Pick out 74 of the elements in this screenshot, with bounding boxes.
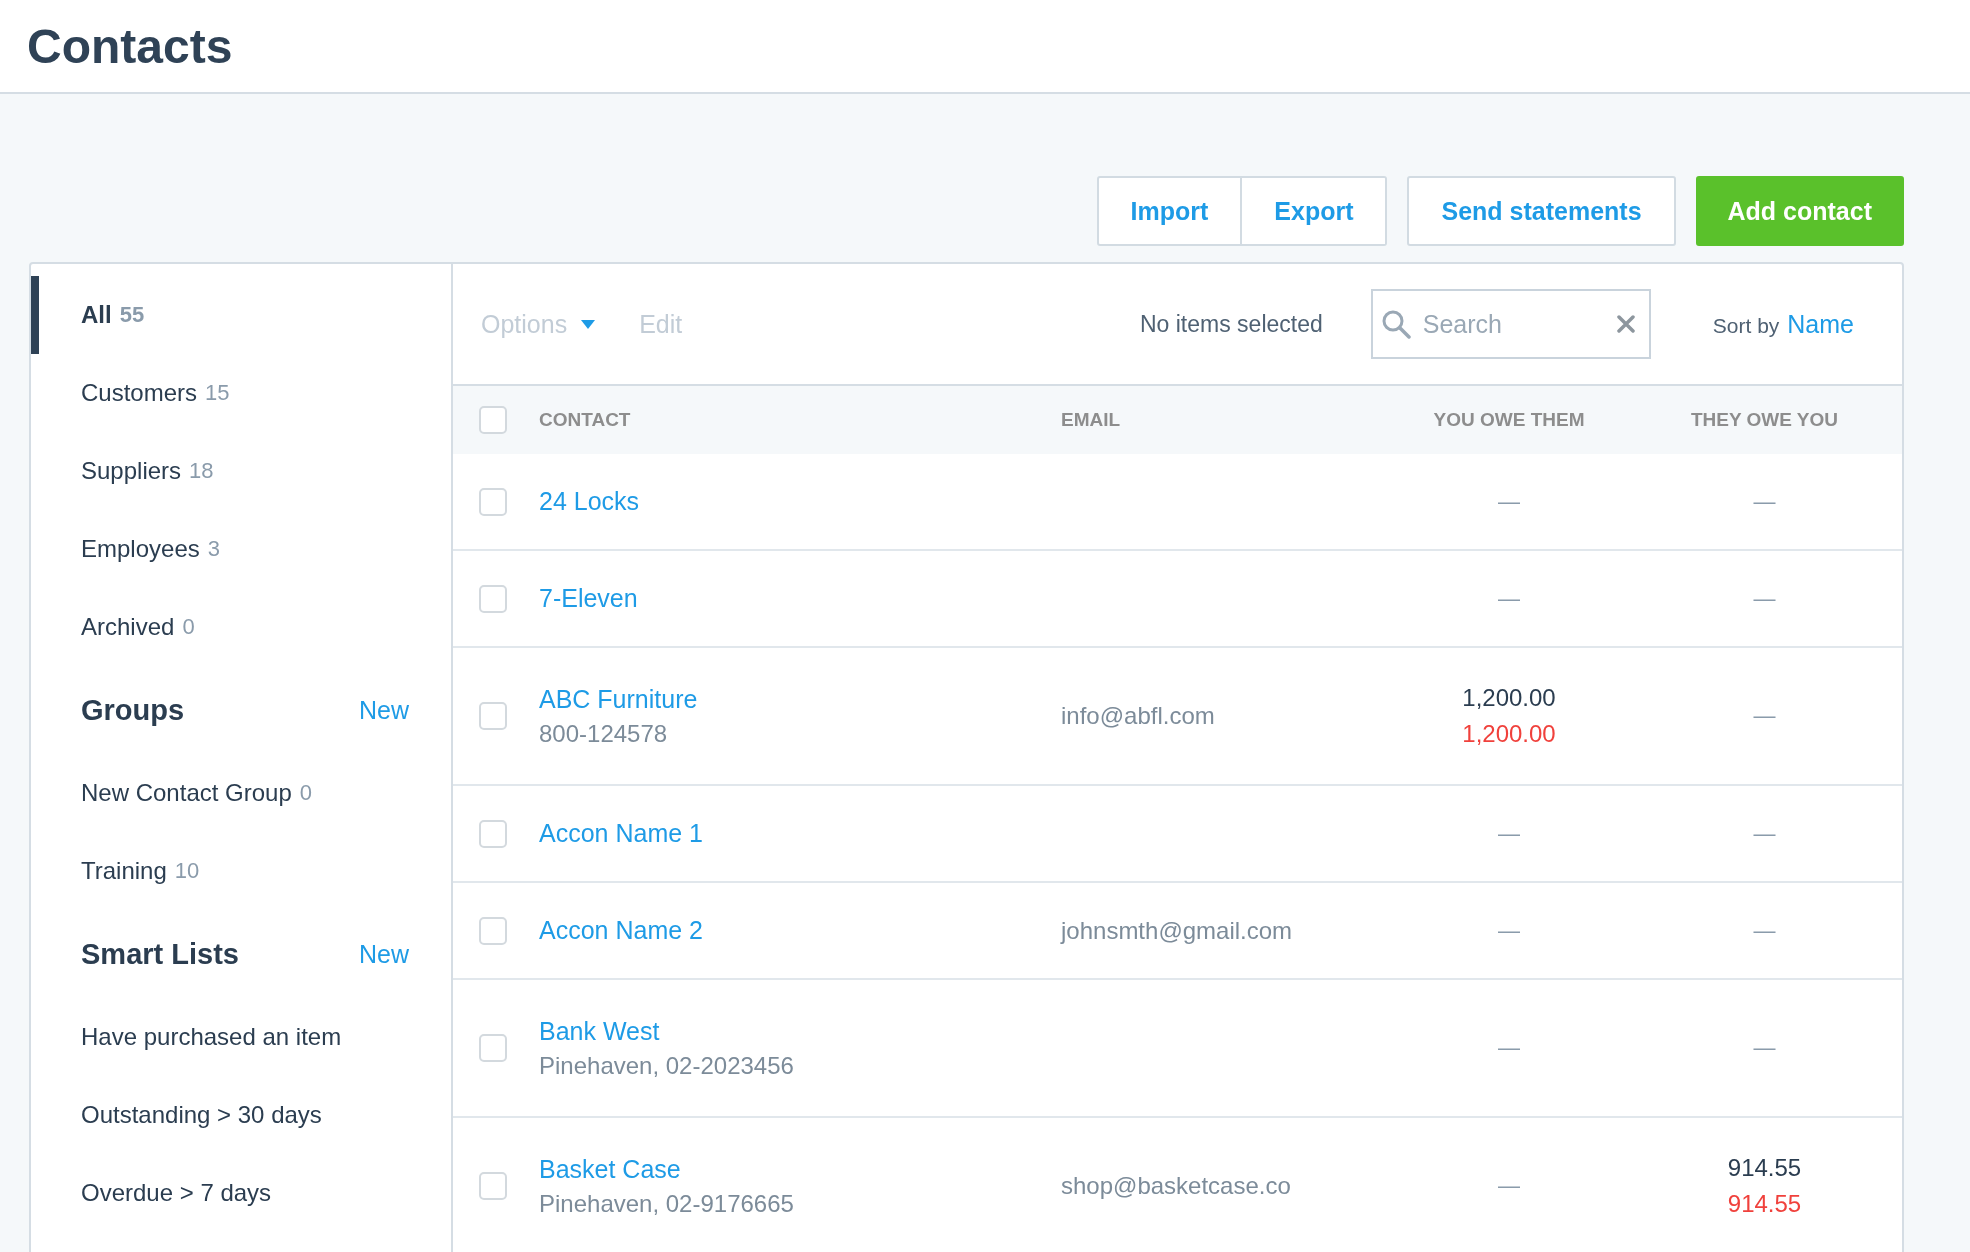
new-link[interactable]: New xyxy=(359,695,409,725)
contact-detail: 800-124578 xyxy=(539,719,669,748)
empty-dash: — xyxy=(1498,585,1520,612)
contact-link[interactable]: Basket Case xyxy=(539,1154,681,1184)
email-text: shop@basketcase.co xyxy=(1061,1172,1291,1199)
sort-dropdown[interactable]: Name xyxy=(1787,309,1854,339)
column-header: EMAIL xyxy=(1061,409,1121,430)
email-text: johnsmth@gmail.com xyxy=(1061,916,1293,944)
clear-icon[interactable] xyxy=(1616,315,1635,333)
row-checkbox[interactable] xyxy=(479,1172,507,1200)
action-button[interactable]: Import xyxy=(1096,176,1243,246)
contact-link[interactable]: Accon Name 1 xyxy=(539,819,703,848)
contact-link[interactable]: ABC Furniture xyxy=(539,684,698,714)
action-button[interactable]: Export xyxy=(1242,176,1388,246)
action-button[interactable]: Send statements xyxy=(1407,176,1676,246)
page-title: Contacts xyxy=(27,18,233,74)
filter-item[interactable]: Employees 3 xyxy=(31,510,451,588)
empty-dash: — xyxy=(1498,1173,1520,1199)
empty-dash: — xyxy=(1753,1035,1776,1061)
row-checkbox[interactable] xyxy=(479,702,507,730)
empty-dash: — xyxy=(1753,488,1776,515)
selection-status: No items selected xyxy=(1139,310,1323,338)
item-count: 55 xyxy=(119,302,145,328)
list-item[interactable]: Overdue > 7 days xyxy=(31,1154,451,1232)
select-all-checkbox[interactable] xyxy=(479,406,507,434)
item-count: 3 xyxy=(207,536,220,562)
section-heading: Smart Lists xyxy=(81,937,239,971)
amount: 1,200.00 xyxy=(1462,684,1556,712)
empty-dash: — xyxy=(1498,488,1520,515)
overdue-amount: 1,200.00 xyxy=(1462,720,1556,748)
column-header: YOU OWE THEM xyxy=(1433,409,1585,430)
item-count: 0 xyxy=(182,614,195,640)
empty-dash: — xyxy=(1753,820,1776,847)
email-text: info@abfl.com xyxy=(1061,702,1215,729)
item-count: 0 xyxy=(299,780,312,806)
add-contact-button[interactable]: Add contact xyxy=(1695,176,1904,246)
item-count: 18 xyxy=(189,458,214,484)
list-item[interactable]: Training 10 xyxy=(31,832,451,910)
item-count: 10 xyxy=(174,858,200,884)
filter-item[interactable]: Archived 0 xyxy=(31,588,451,666)
row-checkbox[interactable] xyxy=(479,584,507,613)
row-checkbox[interactable] xyxy=(479,819,507,848)
item-count: 15 xyxy=(205,380,230,406)
caret-icon xyxy=(581,319,596,329)
contact-link[interactable]: 24 Locks xyxy=(539,487,640,516)
column-header: CONTACT xyxy=(539,409,631,430)
search-field[interactable]: Search xyxy=(1370,289,1651,359)
amount: 914.55 xyxy=(1727,1154,1802,1182)
overdue-amount: 914.55 xyxy=(1727,1190,1802,1218)
contact-detail: Pinehaven, 02-2023456 xyxy=(539,1051,795,1080)
contact-detail: Pinehaven, 02-9176665 xyxy=(539,1189,795,1218)
empty-dash: — xyxy=(1753,703,1776,729)
list-item[interactable]: Have purchased an item xyxy=(31,998,451,1076)
contact-link[interactable]: Bank West xyxy=(539,1016,660,1046)
row-checkbox[interactable] xyxy=(479,1034,507,1062)
empty-dash: — xyxy=(1753,585,1776,612)
empty-dash: — xyxy=(1753,917,1776,944)
column-header: THEY OWE YOU xyxy=(1690,409,1839,430)
filter-item[interactable]: All 55 xyxy=(31,276,451,354)
empty-dash: — xyxy=(1498,917,1520,944)
sort-label: Sort by xyxy=(1712,313,1780,338)
contact-link[interactable]: Accon Name 2 xyxy=(539,916,703,945)
empty-dash: — xyxy=(1498,820,1520,847)
search-icon xyxy=(1380,309,1411,339)
empty-dash: — xyxy=(1498,1035,1520,1061)
list-item[interactable]: Outstanding > 30 days xyxy=(31,1076,451,1154)
filter-item[interactable]: Suppliers 18 xyxy=(31,432,451,510)
contact-link[interactable]: 7-Eleven xyxy=(539,584,638,613)
list-item[interactable]: New Contact Group 0 xyxy=(31,754,451,832)
row-checkbox[interactable] xyxy=(479,916,507,945)
section-heading: Groups xyxy=(81,693,185,727)
new-link[interactable]: New xyxy=(359,939,409,969)
filter-item[interactable]: Customers 15 xyxy=(31,354,451,432)
row-checkbox[interactable] xyxy=(479,487,507,516)
